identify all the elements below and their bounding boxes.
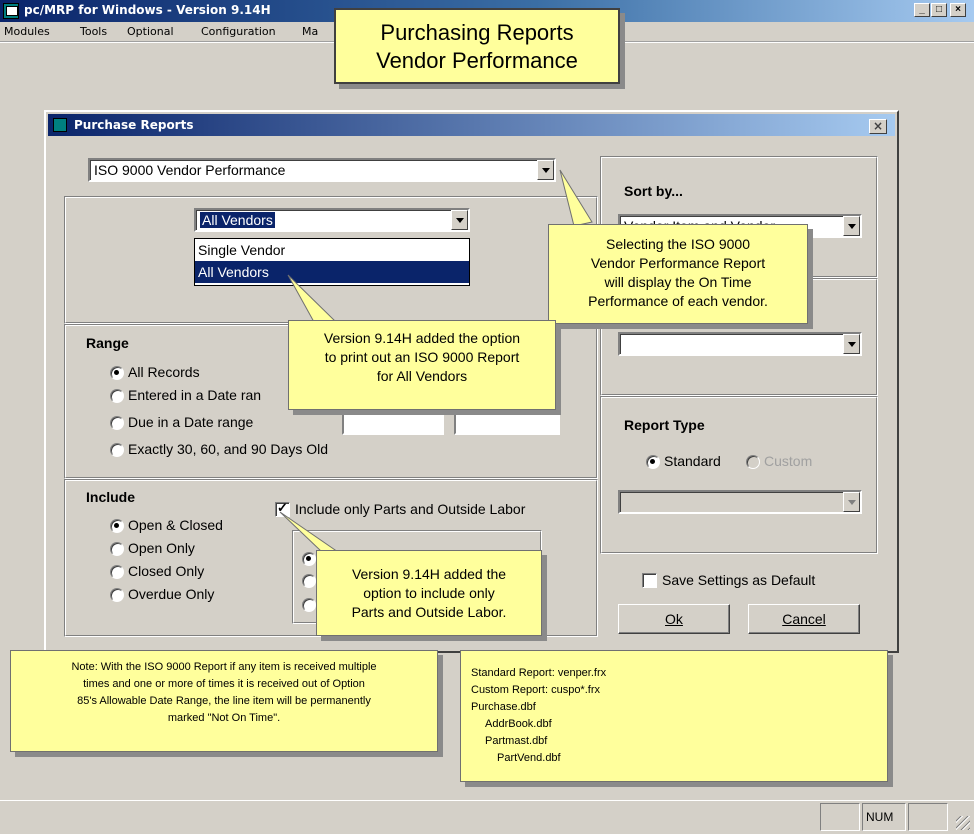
heading-callout: Purchasing Reports Vendor Performance [334, 8, 620, 84]
files-line-3: Purchase.dbf [471, 701, 536, 713]
range-due-radio[interactable]: Due in a Date range [110, 414, 253, 430]
vendor-option-all[interactable]: All Vendors [195, 261, 469, 283]
all-vendors-line-1: Version 9.14H added the option [323, 330, 521, 346]
heading-line-1: Purchasing Reports [380, 20, 574, 45]
parts-callout-line-3: Parts and Outside Labor. [351, 604, 507, 620]
dialog-title-bar: Purchase Reports × [48, 114, 895, 136]
heading-line-2: Vendor Performance [376, 48, 578, 73]
status-bar: NUM [0, 800, 974, 834]
all-vendors-callout: Version 9.14H added the option to print … [288, 320, 556, 410]
ok-button[interactable]: Ok [618, 604, 730, 634]
vendor-dropdown-list: Single Vendor All Vendors [194, 238, 470, 286]
status-cell-scroll [908, 803, 948, 831]
cancel-button[interactable]: Cancel [748, 604, 860, 634]
files-line-5: Partmast.dbf [485, 735, 548, 747]
menu-maintenance[interactable]: Ma [302, 25, 318, 38]
dialog-title: Purchase Reports [74, 118, 194, 132]
note-line-2: times and one or more of times it is rec… [83, 678, 365, 690]
resize-grip-icon[interactable] [956, 816, 970, 830]
note-line-3: 85's Allowable Date Range, the line item… [77, 695, 371, 707]
include-title: Include [86, 489, 136, 505]
report-select-value: ISO 9000 Vendor Performance [94, 162, 286, 178]
note-line-4: marked "Not On Time". [167, 712, 281, 724]
files-line-4: AddrBook.dbf [485, 718, 552, 730]
include-open-only-radio[interactable]: Open Only [110, 540, 195, 556]
maximize-button[interactable]: □ [931, 3, 947, 17]
chevron-down-icon[interactable] [451, 210, 468, 230]
note-callout: Note: With the ISO 9000 Report if any it… [10, 650, 438, 752]
parts-callout-line-2: option to include only [363, 585, 495, 601]
parts-callout-line-1: Version 9.14H added the [351, 566, 507, 582]
files-callout: Standard Report: venper.frx Custom Repor… [460, 650, 888, 782]
parts-only-callout: Version 9.14H added the option to includ… [316, 550, 542, 636]
dialog-close-button[interactable]: × [869, 119, 887, 134]
iso-callout-line-3: will display the On Time [604, 274, 752, 290]
only-parts-checkbox[interactable]: Include only Parts and Outside Labor [275, 500, 525, 517]
range-title: Range [86, 335, 129, 351]
vendor-option-single[interactable]: Single Vendor [195, 239, 469, 261]
chevron-down-icon[interactable] [843, 334, 860, 354]
cancel-button-label: Cancel [782, 611, 826, 627]
range-entered-radio[interactable]: Entered in a Date ran [110, 387, 261, 403]
custom-report-select [618, 490, 862, 514]
menu-optional[interactable]: Optional [127, 25, 174, 38]
include-overdue-only-radio[interactable]: Overdue Only [110, 586, 214, 602]
chevron-down-icon [843, 492, 860, 512]
date-to-field[interactable] [454, 413, 560, 435]
vendor-select-value: All Vendors [200, 212, 275, 228]
save-default-checkbox[interactable]: Save Settings as Default [642, 572, 815, 588]
ok-button-label: Ok [665, 611, 683, 627]
vendor-select[interactable]: All Vendors [194, 208, 470, 232]
iso-callout-line-4: Performance of each vendor. [588, 293, 768, 309]
report-type-custom-radio: Custom [746, 453, 812, 469]
app-icon [3, 3, 19, 19]
chevron-down-icon[interactable] [843, 216, 860, 236]
files-line-6: PartVend.dbf [497, 752, 561, 764]
report-select[interactable]: ISO 9000 Vendor Performance [88, 158, 556, 182]
format-select[interactable] [618, 332, 862, 356]
files-line-1: Standard Report: venper.frx [471, 667, 607, 679]
all-vendors-line-2: to print out an ISO 9000 Report [324, 349, 520, 365]
sort-by-label: Sort by... [624, 183, 683, 199]
menu-tools[interactable]: Tools [80, 25, 107, 38]
report-type-title: Report Type [624, 417, 705, 433]
iso-callout-line-1: Selecting the ISO 9000 [606, 236, 750, 252]
iso-callout-line-2: Vendor Performance Report [590, 255, 766, 271]
close-button[interactable]: × [950, 3, 966, 17]
minimize-button[interactable]: _ [914, 3, 930, 17]
status-num: NUM [862, 803, 906, 831]
menu-configuration[interactable]: Configuration [201, 25, 276, 38]
app-title: pc/MRP for Windows - Version 9.14H [24, 3, 271, 17]
files-line-2: Custom Report: cuspo*.frx [471, 684, 600, 696]
include-open-closed-radio[interactable]: Open & Closed [110, 517, 223, 533]
report-type-standard-radio[interactable]: Standard [646, 453, 721, 469]
menu-modules[interactable]: Modules [4, 25, 50, 38]
iso-report-callout: Selecting the ISO 9000 Vendor Performanc… [548, 224, 808, 324]
all-vendors-line-3: for All Vendors [376, 368, 468, 384]
range-all-records-radio[interactable]: All Records [110, 364, 200, 380]
range-aging-radio[interactable]: Exactly 30, 60, and 90 Days Old [110, 441, 328, 457]
chevron-down-icon[interactable] [537, 160, 554, 180]
status-cell-caps [820, 803, 860, 831]
note-line-1: Note: With the ISO 9000 Report if any it… [71, 661, 377, 673]
include-closed-only-radio[interactable]: Closed Only [110, 563, 204, 579]
date-from-field[interactable] [342, 413, 444, 435]
dialog-icon [53, 118, 67, 132]
